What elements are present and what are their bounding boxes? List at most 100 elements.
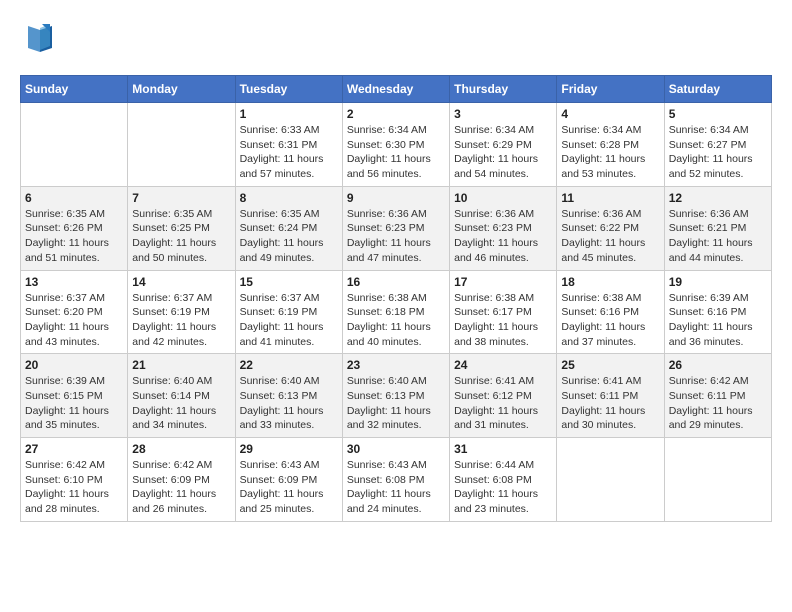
calendar-cell: 7 Sunrise: 6:35 AM Sunset: 6:25 PM Daylig… (128, 186, 235, 270)
calendar-cell (128, 103, 235, 187)
day-info: Sunrise: 6:42 AM Sunset: 6:10 PM Dayligh… (25, 458, 123, 517)
day-info: Sunrise: 6:36 AM Sunset: 6:21 PM Dayligh… (669, 207, 767, 266)
day-number: 4 (561, 107, 659, 121)
day-number: 9 (347, 191, 445, 205)
day-info: Sunrise: 6:36 AM Sunset: 6:23 PM Dayligh… (454, 207, 552, 266)
day-number: 18 (561, 275, 659, 289)
day-info: Sunrise: 6:44 AM Sunset: 6:08 PM Dayligh… (454, 458, 552, 517)
day-number: 15 (240, 275, 338, 289)
calendar-cell: 28 Sunrise: 6:42 AM Sunset: 6:09 PM Dayli… (128, 438, 235, 522)
day-number: 13 (25, 275, 123, 289)
calendar-cell: 24 Sunrise: 6:41 AM Sunset: 6:12 PM Dayli… (450, 354, 557, 438)
day-info: Sunrise: 6:37 AM Sunset: 6:19 PM Dayligh… (240, 291, 338, 350)
calendar-week-row: 1Sunrise: 6:33 AM Sunset: 6:31 PM Daylig… (21, 103, 772, 187)
day-number: 24 (454, 358, 552, 372)
day-info: Sunrise: 6:40 AM Sunset: 6:14 PM Dayligh… (132, 374, 230, 433)
calendar-cell: 1Sunrise: 6:33 AM Sunset: 6:31 PM Daylig… (235, 103, 342, 187)
calendar-cell: 19Sunrise: 6:39 AM Sunset: 6:16 PM Dayli… (664, 270, 771, 354)
calendar-cell: 23 Sunrise: 6:40 AM Sunset: 6:13 PM Dayli… (342, 354, 449, 438)
day-info: Sunrise: 6:35 AM Sunset: 6:25 PM Dayligh… (132, 207, 230, 266)
calendar-cell (21, 103, 128, 187)
day-number: 12 (669, 191, 767, 205)
calendar-cell: 26 Sunrise: 6:42 AM Sunset: 6:11 PM Dayli… (664, 354, 771, 438)
day-info: Sunrise: 6:41 AM Sunset: 6:11 PM Dayligh… (561, 374, 659, 433)
day-number: 10 (454, 191, 552, 205)
day-info: Sunrise: 6:43 AM Sunset: 6:09 PM Dayligh… (240, 458, 338, 517)
logo-icon (20, 20, 58, 58)
calendar-cell: 5 Sunrise: 6:34 AM Sunset: 6:27 PM Daylig… (664, 103, 771, 187)
logo (20, 20, 90, 65)
day-number: 5 (669, 107, 767, 121)
calendar-cell: 2Sunrise: 6:34 AM Sunset: 6:30 PM Daylig… (342, 103, 449, 187)
calendar-cell: 20 Sunrise: 6:39 AM Sunset: 6:15 PM Dayli… (21, 354, 128, 438)
calendar-week-row: 13 Sunrise: 6:37 AM Sunset: 6:20 PM Dayli… (21, 270, 772, 354)
day-info: Sunrise: 6:38 AM Sunset: 6:16 PM Dayligh… (561, 291, 659, 350)
day-number: 3 (454, 107, 552, 121)
weekday-header-friday: Friday (557, 76, 664, 103)
day-info: Sunrise: 6:34 AM Sunset: 6:27 PM Dayligh… (669, 123, 767, 182)
calendar-cell: 13 Sunrise: 6:37 AM Sunset: 6:20 PM Dayli… (21, 270, 128, 354)
calendar-cell: 16 Sunrise: 6:38 AM Sunset: 6:18 PM Dayli… (342, 270, 449, 354)
day-number: 16 (347, 275, 445, 289)
day-info: Sunrise: 6:36 AM Sunset: 6:23 PM Dayligh… (347, 207, 445, 266)
day-info: Sunrise: 6:43 AM Sunset: 6:08 PM Dayligh… (347, 458, 445, 517)
day-number: 11 (561, 191, 659, 205)
calendar-cell (664, 438, 771, 522)
day-number: 6 (25, 191, 123, 205)
day-number: 23 (347, 358, 445, 372)
day-number: 22 (240, 358, 338, 372)
day-number: 27 (25, 442, 123, 456)
day-number: 1 (240, 107, 338, 121)
day-info: Sunrise: 6:37 AM Sunset: 6:19 PM Dayligh… (132, 291, 230, 350)
calendar-cell: 6 Sunrise: 6:35 AM Sunset: 6:26 PM Daylig… (21, 186, 128, 270)
day-info: Sunrise: 6:34 AM Sunset: 6:29 PM Dayligh… (454, 123, 552, 182)
calendar-table: SundayMondayTuesdayWednesdayThursdayFrid… (20, 75, 772, 522)
calendar-cell: 4 Sunrise: 6:34 AM Sunset: 6:28 PM Daylig… (557, 103, 664, 187)
calendar-cell: 22 Sunrise: 6:40 AM Sunset: 6:13 PM Dayli… (235, 354, 342, 438)
weekday-header-monday: Monday (128, 76, 235, 103)
day-number: 7 (132, 191, 230, 205)
calendar-cell (557, 438, 664, 522)
day-number: 20 (25, 358, 123, 372)
calendar-week-row: 27 Sunrise: 6:42 AM Sunset: 6:10 PM Dayli… (21, 438, 772, 522)
day-info: Sunrise: 6:42 AM Sunset: 6:11 PM Dayligh… (669, 374, 767, 433)
day-number: 25 (561, 358, 659, 372)
day-number: 21 (132, 358, 230, 372)
calendar-cell: 17Sunrise: 6:38 AM Sunset: 6:17 PM Dayli… (450, 270, 557, 354)
calendar-cell: 12 Sunrise: 6:36 AM Sunset: 6:21 PM Dayli… (664, 186, 771, 270)
day-info: Sunrise: 6:35 AM Sunset: 6:26 PM Dayligh… (25, 207, 123, 266)
weekday-header-wednesday: Wednesday (342, 76, 449, 103)
day-info: Sunrise: 6:38 AM Sunset: 6:18 PM Dayligh… (347, 291, 445, 350)
weekday-header-tuesday: Tuesday (235, 76, 342, 103)
calendar-cell: 21 Sunrise: 6:40 AM Sunset: 6:14 PM Dayli… (128, 354, 235, 438)
calendar-cell: 30 Sunrise: 6:43 AM Sunset: 6:08 PM Dayli… (342, 438, 449, 522)
day-number: 26 (669, 358, 767, 372)
calendar-week-row: 6 Sunrise: 6:35 AM Sunset: 6:26 PM Daylig… (21, 186, 772, 270)
calendar-cell: 8Sunrise: 6:35 AM Sunset: 6:24 PM Daylig… (235, 186, 342, 270)
day-number: 28 (132, 442, 230, 456)
day-number: 29 (240, 442, 338, 456)
calendar-cell: 3 Sunrise: 6:34 AM Sunset: 6:29 PM Daylig… (450, 103, 557, 187)
day-info: Sunrise: 6:37 AM Sunset: 6:20 PM Dayligh… (25, 291, 123, 350)
weekday-header-thursday: Thursday (450, 76, 557, 103)
day-info: Sunrise: 6:39 AM Sunset: 6:15 PM Dayligh… (25, 374, 123, 433)
page-header (20, 20, 772, 65)
day-info: Sunrise: 6:41 AM Sunset: 6:12 PM Dayligh… (454, 374, 552, 433)
calendar-cell: 27 Sunrise: 6:42 AM Sunset: 6:10 PM Dayli… (21, 438, 128, 522)
day-info: Sunrise: 6:40 AM Sunset: 6:13 PM Dayligh… (347, 374, 445, 433)
calendar-cell: 18 Sunrise: 6:38 AM Sunset: 6:16 PM Dayli… (557, 270, 664, 354)
day-info: Sunrise: 6:42 AM Sunset: 6:09 PM Dayligh… (132, 458, 230, 517)
calendar-cell: 29 Sunrise: 6:43 AM Sunset: 6:09 PM Dayli… (235, 438, 342, 522)
weekday-header-row: SundayMondayTuesdayWednesdayThursdayFrid… (21, 76, 772, 103)
day-number: 31 (454, 442, 552, 456)
day-info: Sunrise: 6:40 AM Sunset: 6:13 PM Dayligh… (240, 374, 338, 433)
day-info: Sunrise: 6:34 AM Sunset: 6:28 PM Dayligh… (561, 123, 659, 182)
day-number: 30 (347, 442, 445, 456)
calendar-cell: 31 Sunrise: 6:44 AM Sunset: 6:08 PM Dayli… (450, 438, 557, 522)
calendar-cell: 15 Sunrise: 6:37 AM Sunset: 6:19 PM Dayli… (235, 270, 342, 354)
weekday-header-saturday: Saturday (664, 76, 771, 103)
calendar-week-row: 20 Sunrise: 6:39 AM Sunset: 6:15 PM Dayli… (21, 354, 772, 438)
day-number: 19 (669, 275, 767, 289)
day-info: Sunrise: 6:35 AM Sunset: 6:24 PM Dayligh… (240, 207, 338, 266)
day-info: Sunrise: 6:38 AM Sunset: 6:17 PM Dayligh… (454, 291, 552, 350)
